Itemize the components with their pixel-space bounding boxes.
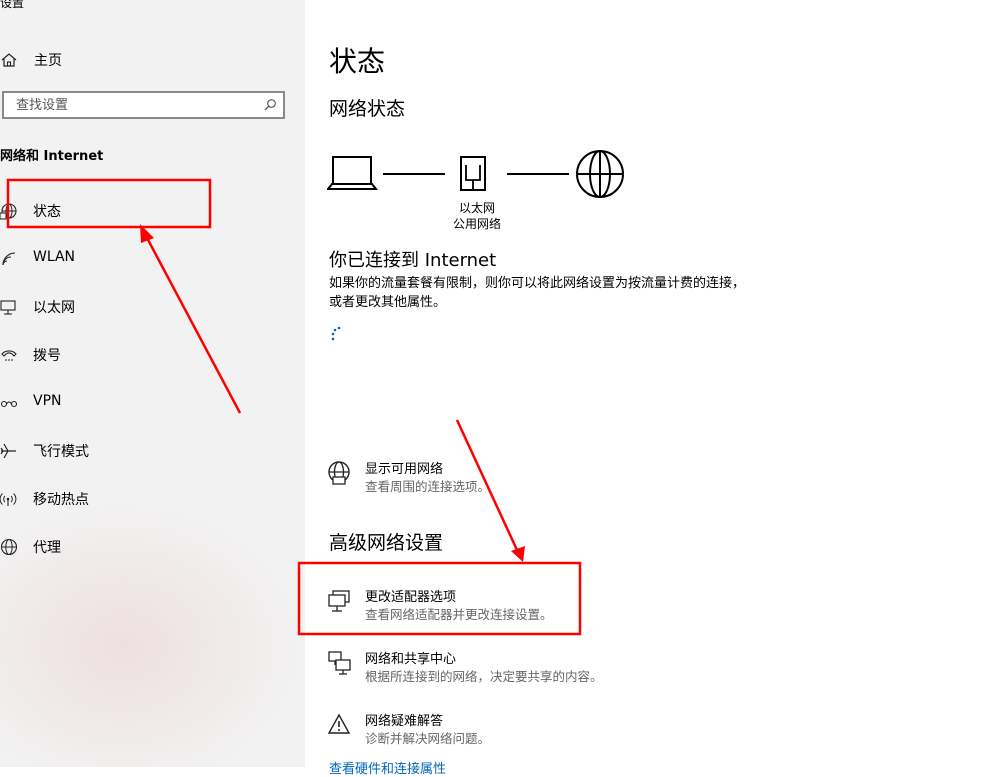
network-sharing-center[interactable]: 网络和共享中心 根据所连接到的网络，决定要共享的内容。 — [327, 650, 677, 690]
globe-network-icon — [328, 461, 350, 485]
sidebar-item-label: 状态 — [33, 204, 61, 220]
link-subtitle: 查看周围的连接选项。 — [365, 479, 491, 494]
sharing-center-icon — [328, 651, 351, 675]
warning-icon — [327, 713, 351, 734]
sidebar: 设置 主页 网络和 Internet 状态 WLAN — [0, 0, 305, 767]
app-title: 设置 — [0, 0, 25, 10]
link-subtitle: 诊断并解决网络问题。 — [365, 731, 491, 746]
network-status-heading: 网络状态 — [329, 98, 406, 120]
search-box[interactable] — [2, 91, 285, 119]
sidebar-item-ethernet[interactable]: 以太网 — [0, 295, 300, 319]
sidebar-item-label: VPN — [33, 393, 62, 409]
sidebar-item-vpn[interactable]: VPN — [0, 391, 300, 415]
link-title: 网络疑难解答 — [365, 714, 444, 729]
status-description: 如果你的流量套餐有限制，则你可以将此网络设置为按流量计费的连接，或者更改其他属性… — [329, 276, 746, 310]
link-subtitle: 根据所连接到的网络，决定要共享的内容。 — [365, 669, 603, 684]
sidebar-item-label: WLAN — [33, 249, 76, 265]
home-icon — [1, 53, 17, 67]
sidebar-item-wlan[interactable]: WLAN — [0, 247, 300, 271]
page-title: 状态 — [329, 45, 386, 78]
ethernet-port-icon — [460, 156, 486, 191]
wifi-icon — [2, 252, 16, 266]
sidebar-item-label: 代理 — [33, 540, 61, 556]
airplane-icon — [0, 443, 16, 459]
hotspot-icon — [0, 493, 17, 506]
laptop-icon — [327, 156, 379, 190]
link-title: 显示可用网络 — [365, 462, 444, 477]
vpn-icon — [0, 400, 18, 408]
adapter-name: 以太网 — [458, 201, 495, 215]
change-adapter-options[interactable]: 更改适配器选项 查看网络适配器并更改连接设置。 — [327, 588, 677, 628]
adapter-icon — [328, 590, 350, 612]
main-content: 状态 网络状态 以太网 公用网络 你已连接到 Internet 如果你的流量套餐… — [305, 0, 988, 777]
network-type: 公用网络 — [452, 217, 501, 231]
section-title: 网络和 Internet — [0, 149, 104, 164]
sidebar-item-airplane[interactable]: 飞行模式 — [0, 439, 300, 463]
hardware-properties-link[interactable]: 查看硬件和连接属性 — [329, 758, 446, 777]
loading-spinner-icon — [331, 326, 341, 341]
dialup-icon — [1, 350, 17, 361]
network-troubleshooter[interactable]: 网络疑难解答 诊断并解决网络问题。 — [327, 712, 677, 752]
link-title: 网络和共享中心 — [365, 652, 457, 667]
sidebar-item-status[interactable]: 状态 — [0, 199, 300, 223]
sidebar-item-proxy[interactable]: 代理 — [0, 535, 300, 559]
search-icon[interactable] — [263, 98, 277, 112]
sidebar-item-label: 拨号 — [33, 348, 61, 364]
connected-status: 你已连接到 Internet — [329, 250, 497, 271]
link-subtitle: 查看网络适配器并更改连接设置。 — [365, 607, 553, 622]
show-available-networks[interactable]: 显示可用网络 查看周围的连接选项。 — [327, 460, 677, 500]
advanced-settings-heading: 高级网络设置 — [329, 532, 444, 554]
link-title: 更改适配器选项 — [365, 590, 457, 605]
adapter-label: 以太网 公用网络 — [437, 200, 517, 232]
sidebar-item-dialup[interactable]: 拨号 — [0, 343, 300, 367]
sidebar-item-label: 移动热点 — [33, 492, 89, 508]
internet-globe-icon — [576, 150, 624, 198]
sidebar-item-label: 飞行模式 — [33, 444, 89, 460]
sidebar-item-label: 以太网 — [33, 300, 75, 316]
globe-status-icon — [0, 203, 17, 220]
sidebar-item-hotspot[interactable]: 移动热点 — [0, 487, 300, 511]
search-input[interactable] — [14, 97, 258, 114]
globe-icon — [0, 538, 18, 556]
home-label: 主页 — [34, 53, 62, 69]
ethernet-icon — [0, 300, 16, 315]
